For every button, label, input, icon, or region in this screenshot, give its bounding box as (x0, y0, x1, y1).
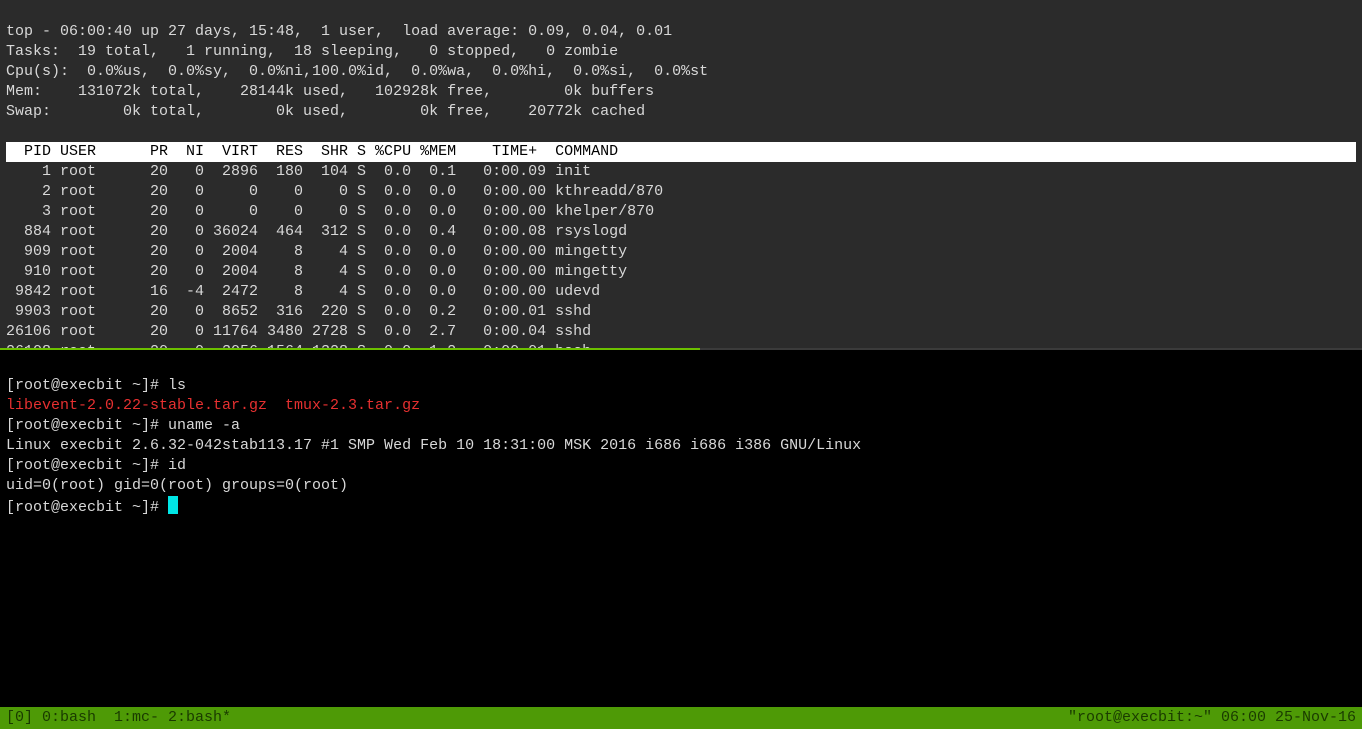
uname-output: Linux execbit 2.6.32-042stab113.17 #1 SM… (6, 437, 861, 454)
process-row: 884 root 20 0 36024 464 312 S 0.0 0.4 0:… (6, 223, 627, 240)
top-summary-line-1: Tasks: 19 total, 1 running, 18 sleeping,… (6, 43, 618, 60)
process-row: 910 root 20 0 2004 8 4 S 0.0 0.0 0:00.00… (6, 263, 627, 280)
ls-output-files: libevent-2.0.22-stable.tar.gz tmux-2.3.t… (6, 397, 420, 414)
process-row: 9842 root 16 -4 2472 8 4 S 0.0 0.0 0:00.… (6, 283, 600, 300)
top-pane[interactable]: top - 06:00:40 up 27 days, 15:48, 1 user… (0, 0, 1362, 350)
process-header-row: PID USER PR NI VIRT RES SHR S %CPU %MEM … (6, 142, 1356, 162)
statusbar-left[interactable]: [0] 0:bash 1:mc- 2:bash* (6, 708, 231, 728)
process-row: 909 root 20 0 2004 8 4 S 0.0 0.0 0:00.00… (6, 243, 627, 260)
process-row: 3 root 20 0 0 0 0 S 0.0 0.0 0:00.00 khel… (6, 203, 654, 220)
process-row: 2 root 20 0 0 0 0 S 0.0 0.0 0:00.00 kthr… (6, 183, 663, 200)
top-summary-line-4: Swap: 0k total, 0k used, 0k free, 20772k… (6, 103, 645, 120)
process-row: 9903 root 20 0 8652 316 220 S 0.0 0.2 0:… (6, 303, 591, 320)
bottom-pane[interactable]: [root@execbit ~]# ls libevent-2.0.22-sta… (0, 350, 1362, 707)
shell-prompt[interactable]: [root@execbit ~]# (6, 499, 178, 516)
shell-line: [root@execbit ~]# uname -a (6, 417, 240, 434)
id-output: uid=0(root) gid=0(root) groups=0(root) (6, 477, 348, 494)
shell-line: [root@execbit ~]# ls (6, 377, 186, 394)
top-summary-line-0: top - 06:00:40 up 27 days, 15:48, 1 user… (6, 23, 672, 40)
tmux-statusbar[interactable]: [0] 0:bash 1:mc- 2:bash* "root@execbit:~… (0, 707, 1362, 729)
process-row: 1 root 20 0 2896 180 104 S 0.0 0.1 0:00.… (6, 163, 591, 180)
prompt-text: [root@execbit ~]# (6, 499, 168, 516)
shell-line: [root@execbit ~]# id (6, 457, 186, 474)
cursor-icon (168, 496, 178, 514)
process-row: 26106 root 20 0 11764 3480 2728 S 0.0 2.… (6, 323, 591, 340)
statusbar-right: "root@execbit:~" 06:00 25-Nov-16 (1068, 708, 1356, 728)
top-summary-line-3: Mem: 131072k total, 28144k used, 102928k… (6, 83, 654, 100)
top-summary-line-2: Cpu(s): 0.0%us, 0.0%sy, 0.0%ni,100.0%id,… (6, 63, 708, 80)
